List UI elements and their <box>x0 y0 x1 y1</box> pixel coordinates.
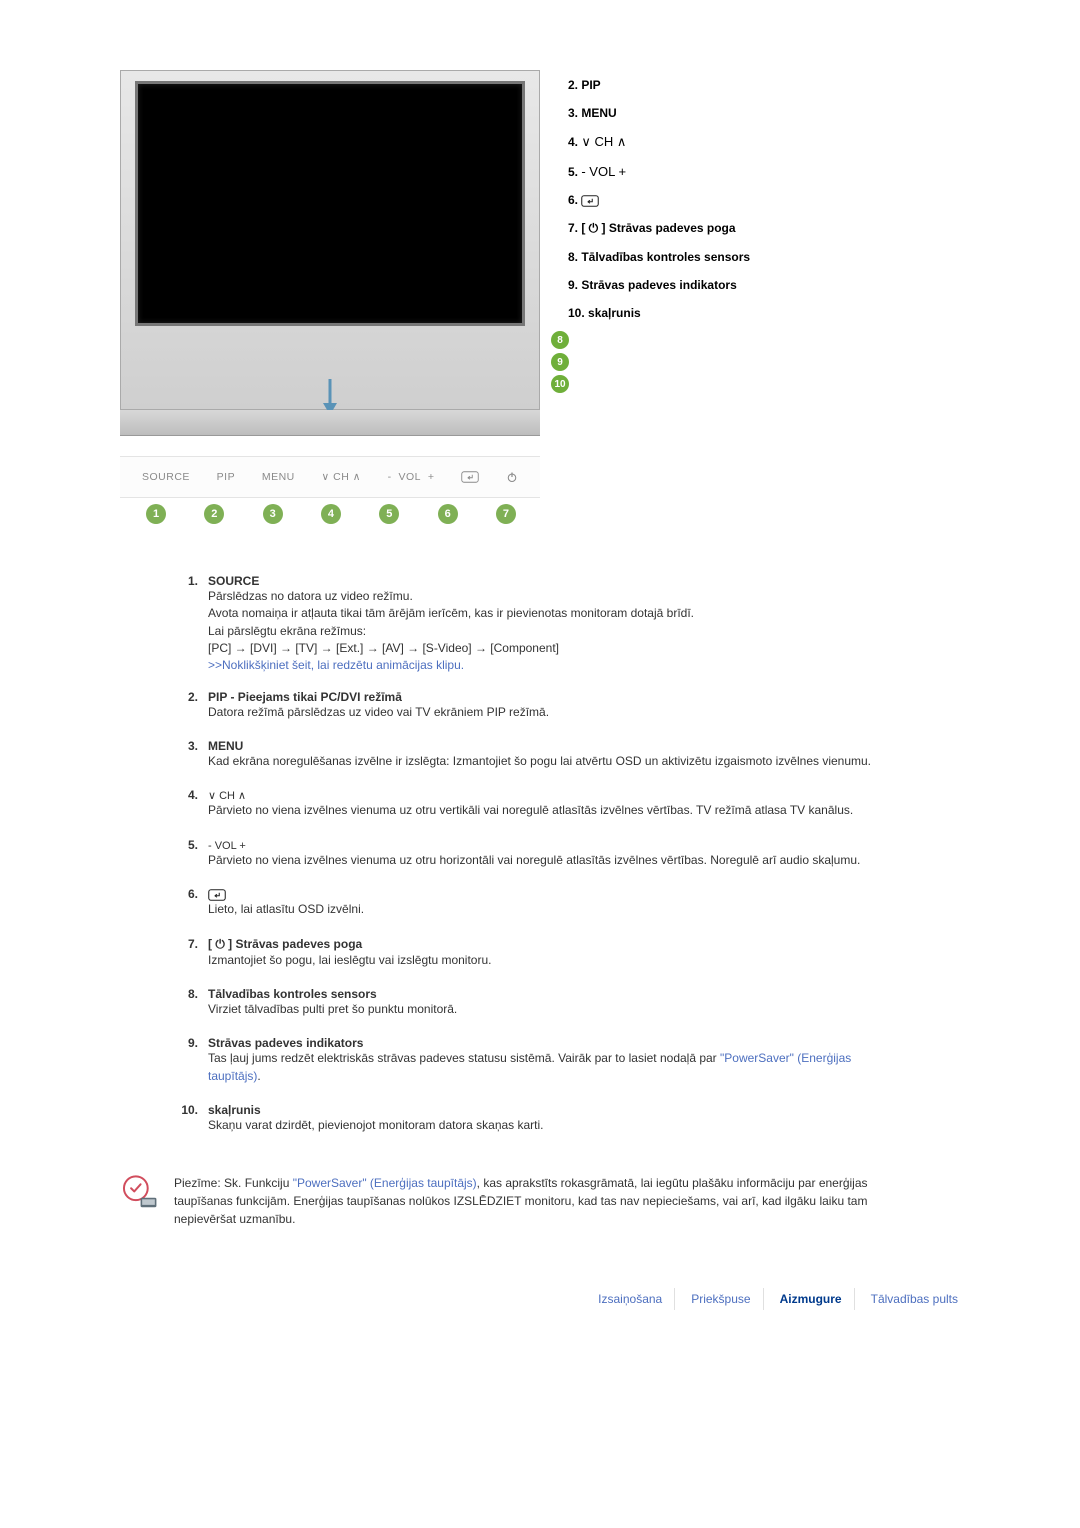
side-legend: 2. PIP 3. MENU 4. ∨ CH ∧ 5. - VOL + 6. 7… <box>568 70 750 334</box>
detail-num: 8. <box>178 987 208 1018</box>
power-icon <box>506 471 518 483</box>
tab-unpacking[interactable]: Izsaiņošana <box>586 1288 675 1310</box>
detail-title: skaļrunis <box>208 1103 898 1117</box>
marker-3: 3 <box>263 504 283 524</box>
side-item-8: 8. Tālvadības kontroles sensors <box>568 250 750 264</box>
side-item-2: 2. PIP <box>568 78 750 92</box>
detail-desc: Datora režīmā pārslēdzas uz video vai TV… <box>208 704 898 721</box>
tab-remote[interactable]: Tālvadības pults <box>859 1288 970 1310</box>
enter-icon <box>208 889 226 901</box>
detail-num: 9. <box>178 1036 208 1085</box>
detail-10: 10. skaļrunis Skaņu varat dzirdēt, pievi… <box>178 1103 898 1134</box>
detail-desc: Pārslēdzas no datora uz video režīmu. Av… <box>208 588 898 658</box>
btn-ch: ∨ CH ∧ <box>322 471 361 483</box>
enter-icon <box>461 471 479 483</box>
detail-1: 1. SOURCE Pārslēdzas no datora uz video … <box>178 574 898 672</box>
detail-4: 4. ∨ CH ∧ Pārvieto no viena izvēlnes vie… <box>178 788 898 819</box>
detail-title: MENU <box>208 739 898 753</box>
powersaver-link-note[interactable]: "PowerSaver" (Enerģijas taupītājs) <box>293 1176 477 1190</box>
detail-num: 4. <box>178 788 208 819</box>
detail-title-vol: - VOL + <box>208 838 898 852</box>
detail-3: 3. MENU Kad ekrāna noregulēšanas izvēlne… <box>178 739 898 770</box>
btn-menu: MENU <box>262 471 295 483</box>
detail-7: 7. [ ⏻ ] Strāvas padeves poga Izmantojie… <box>178 937 898 969</box>
detail-title: PIP - Pieejams tikai PC/DVI režīmā <box>208 690 898 704</box>
marker-2: 2 <box>204 504 224 524</box>
detail-desc: Pārvieto no viena izvēlnes vienuma uz ot… <box>208 852 898 869</box>
marker-6: 6 <box>438 504 458 524</box>
tab-front[interactable]: Priekšpuse <box>679 1288 763 1310</box>
side-item-7: 7. [ ⏻ ] Strāvas padeves poga <box>568 221 750 236</box>
callout-marker-9: 9 <box>551 353 569 371</box>
detail-num: 6. <box>178 887 208 918</box>
detail-desc: Tas ļauj jums redzēt elektriskās strāvas… <box>208 1050 898 1085</box>
detail-9: 9. Strāvas padeves indikators Tas ļauj j… <box>178 1036 898 1085</box>
marker-5: 5 <box>379 504 399 524</box>
detail-desc: Virziet tālvadības pulti pret šo punktu … <box>208 1001 898 1018</box>
detail-num: 1. <box>178 574 208 672</box>
side-callouts: 8 9 10 <box>551 331 569 393</box>
detail-desc: Pārvieto no viena izvēlnes vienuma uz ot… <box>208 802 898 819</box>
button-details-list: 1. SOURCE Pārslēdzas no datora uz video … <box>178 574 898 1134</box>
detail-desc: Skaņu varat dzirdēt, pievienojot monitor… <box>208 1117 898 1134</box>
animation-clip-link[interactable]: >>Noklikšķiniet šeit, lai redzētu animāc… <box>208 658 464 672</box>
monitor-buttons-row: SOURCE PIP MENU ∨ CH ∧ - VOL + <box>120 456 540 498</box>
monitor-illustration: 8 9 10 SOURCE PIP MENU ∨ CH ∧ - VOL + <box>120 70 540 524</box>
detail-6: 6. Lieto, lai atlasītu OSD izvēlni. <box>178 887 898 918</box>
note-box: Piezīme: Sk. Funkciju "PowerSaver" (Ener… <box>120 1174 920 1228</box>
callout-marker-8: 8 <box>551 331 569 349</box>
ch-icon: ∨ CH ∧ <box>208 790 246 802</box>
btn-vol: - VOL + <box>388 471 435 483</box>
monitor-base <box>120 410 540 436</box>
detail-num: 7. <box>178 937 208 969</box>
vol-icon: - VOL + <box>208 840 246 852</box>
monitor-screen <box>135 81 525 326</box>
arrow-stem <box>329 379 332 403</box>
side-item-3: 3. MENU <box>568 106 750 120</box>
detail-title: [ ⏻ ] Strāvas padeves poga <box>208 937 898 952</box>
button-markers-row: 1 2 3 4 5 6 7 <box>120 504 540 524</box>
top-section: 8 9 10 SOURCE PIP MENU ∨ CH ∧ - VOL + <box>120 70 970 524</box>
detail-desc: Izmantojiet šo pogu, lai ieslēgtu vai iz… <box>208 952 898 969</box>
callout-marker-10: 10 <box>551 375 569 393</box>
detail-5: 5. - VOL + Pārvieto no viena izvēlnes vi… <box>178 838 898 869</box>
vol-icon: - VOL + <box>581 164 626 179</box>
detail-title-enter <box>208 887 898 901</box>
note-text: Piezīme: Sk. Funkciju "PowerSaver" (Ener… <box>174 1174 920 1228</box>
btn-source: SOURCE <box>142 471 190 483</box>
marker-7: 7 <box>496 504 516 524</box>
detail-num: 2. <box>178 690 208 721</box>
bottom-nav-tabs: Izsaiņošana Priekšpuse Aizmugure Tālvadī… <box>120 1288 970 1310</box>
detail-2: 2. PIP - Pieejams tikai PC/DVI režīmā Da… <box>178 690 898 721</box>
detail-desc: Kad ekrāna noregulēšanas izvēlne ir izsl… <box>208 753 898 770</box>
marker-4: 4 <box>321 504 341 524</box>
detail-num: 3. <box>178 739 208 770</box>
btn-pip: PIP <box>217 471 235 483</box>
note-icon <box>120 1174 160 1214</box>
detail-desc: Lieto, lai atlasītu OSD izvēlni. <box>208 901 898 918</box>
side-item-9: 9. Strāvas padeves indikators <box>568 278 750 292</box>
detail-title-ch: ∨ CH ∧ <box>208 788 898 802</box>
enter-icon <box>581 195 599 207</box>
side-item-4: 4. ∨ CH ∧ <box>568 134 750 150</box>
detail-num: 10. <box>178 1103 208 1134</box>
tab-rear[interactable]: Aizmugure <box>768 1288 855 1310</box>
detail-8: 8. Tālvadības kontroles sensors Virziet … <box>178 987 898 1018</box>
monitor-frame: 8 9 10 <box>120 70 540 410</box>
ch-icon: ∨ CH ∧ <box>581 134 626 149</box>
detail-num: 5. <box>178 838 208 869</box>
marker-1: 1 <box>146 504 166 524</box>
side-item-10: 10. skaļrunis <box>568 306 750 320</box>
detail-title: Tālvadības kontroles sensors <box>208 987 898 1001</box>
side-item-5: 5. - VOL + <box>568 164 750 179</box>
detail-title: SOURCE <box>208 574 898 588</box>
side-item-6: 6. <box>568 193 750 207</box>
detail-title: Strāvas padeves indikators <box>208 1036 898 1050</box>
